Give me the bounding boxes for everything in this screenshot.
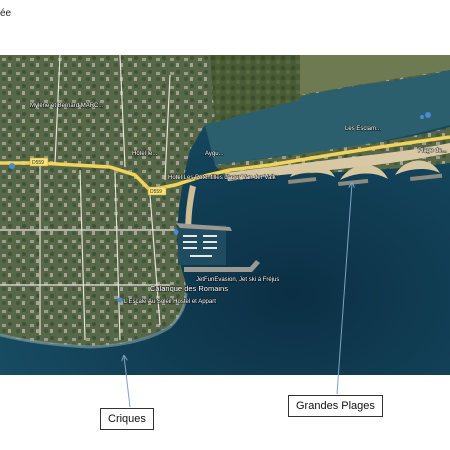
label-cote-azur: Hotel Les Potentilles d'azur Van der Val…	[168, 175, 277, 181]
callout-grandes-plages: Grandes Plages	[288, 395, 383, 417]
label-plage: Plage de...	[418, 148, 447, 154]
callout-criques: Criques	[100, 408, 154, 430]
road-label-d559-right: D559	[150, 189, 162, 195]
label-jetfun: JetFunEvasion, Jet ski à Fréjus	[196, 277, 279, 283]
label-mylene: Mylène et Bernard MARC...	[30, 103, 104, 109]
label-ayguade: Aygu...	[205, 151, 224, 157]
road-label-d559-left: D559	[32, 160, 44, 166]
label-hotel-left: Hôtel le...	[132, 151, 158, 157]
satellite-map-svg: D559 D559 Mylène et Bernard MARC... Hôte…	[0, 55, 450, 375]
marina-basin	[178, 225, 226, 265]
satellite-map[interactable]: D559 D559 Mylène et Bernard MARC... Hôte…	[0, 55, 450, 375]
page-title-fragment: ée	[0, 8, 12, 19]
label-lescale: L'Escale Au Soleil Hostel et Appart	[124, 299, 216, 305]
label-calanque: Calanque des Romains	[150, 284, 228, 293]
label-les-esclamandes: Les Esclam...	[345, 126, 381, 132]
